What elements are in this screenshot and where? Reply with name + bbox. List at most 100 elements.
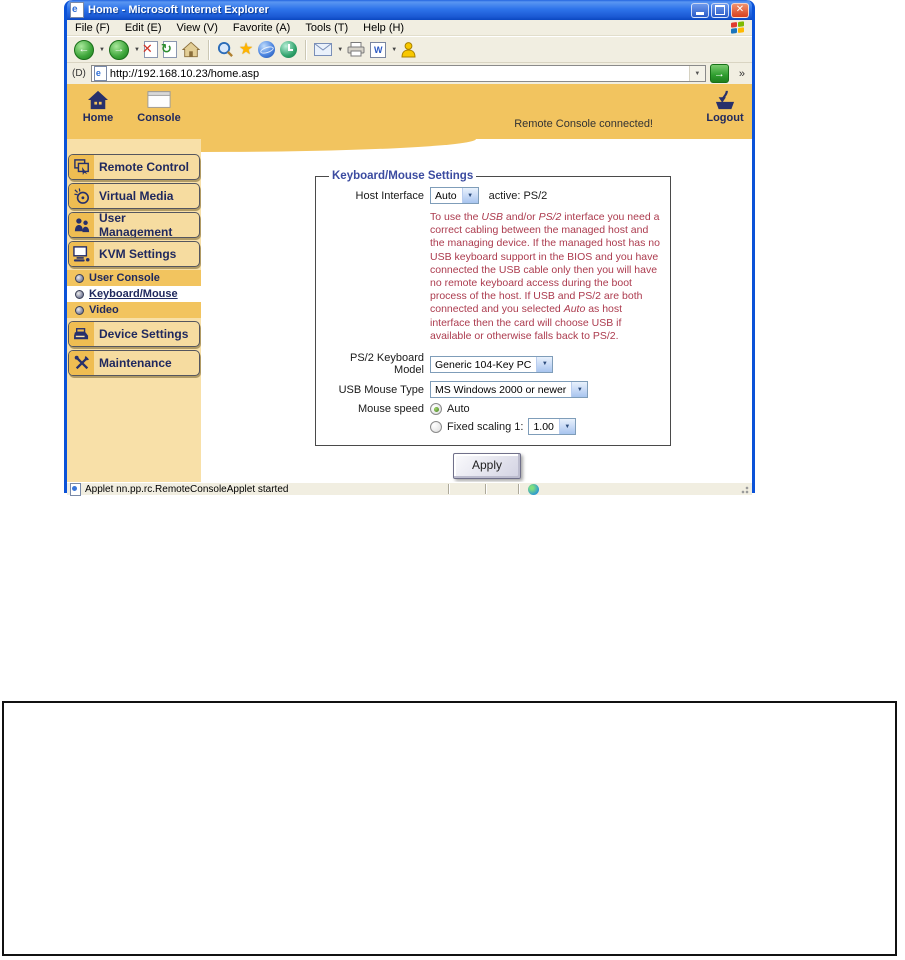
back-dropdown[interactable]: ▼ bbox=[99, 47, 105, 53]
search-icon bbox=[217, 41, 233, 57]
minimize-icon bbox=[696, 12, 704, 15]
mail-button[interactable] bbox=[313, 39, 333, 61]
minimize-button[interactable] bbox=[691, 2, 709, 18]
kvm-settings-icon bbox=[69, 242, 94, 266]
bullet-icon bbox=[75, 273, 84, 283]
apply-button[interactable]: Apply bbox=[453, 453, 521, 480]
chevron-down-icon: ▼ bbox=[536, 356, 553, 372]
home-icon bbox=[181, 41, 200, 58]
mail-icon bbox=[314, 43, 333, 56]
mouse-speed-auto-label: Auto bbox=[447, 403, 470, 416]
maximize-button[interactable] bbox=[711, 2, 729, 18]
submenu-video[interactable]: Video bbox=[67, 302, 201, 318]
stop-button[interactable]: ✕ bbox=[142, 39, 159, 61]
forward-dropdown[interactable]: ▼ bbox=[134, 47, 140, 53]
console-label: Console bbox=[137, 112, 181, 124]
menu-favorite[interactable]: Favorite (A) bbox=[233, 22, 290, 34]
address-dropdown[interactable]: ▼ bbox=[688, 66, 705, 81]
usb-mouse-type-label: USB Mouse Type bbox=[338, 383, 424, 396]
toolbar: ← ▼ → ▼ ✕ ↻ ★ ▼ W ▼ bbox=[67, 36, 752, 63]
links-overflow-chevron[interactable]: » bbox=[739, 68, 745, 80]
toolbar-separator bbox=[305, 39, 307, 60]
print-button[interactable] bbox=[346, 39, 366, 61]
menu-help[interactable]: Help (H) bbox=[363, 22, 404, 34]
menu-view[interactable]: View (V) bbox=[177, 22, 218, 34]
bullet-icon bbox=[75, 289, 84, 299]
messenger-icon bbox=[401, 41, 416, 57]
sidebar-item-user-management[interactable]: User Management bbox=[68, 212, 200, 238]
chevron-down-icon: ▼ bbox=[571, 382, 588, 398]
console-window-icon bbox=[147, 91, 171, 108]
logout-button[interactable]: Logout bbox=[703, 90, 747, 124]
mouse-speed-fixed-label: Fixed scaling 1: bbox=[447, 420, 524, 433]
history-button[interactable] bbox=[279, 39, 298, 61]
home-label: Home bbox=[82, 112, 114, 124]
home-button[interactable] bbox=[181, 39, 201, 61]
status-bar: Applet nn.pp.rc.RemoteConsoleApplet star… bbox=[67, 482, 752, 496]
mouse-speed-label: Mouse speed bbox=[357, 403, 424, 416]
browser-window: e Home - Microsoft Internet Explorer ✕ F… bbox=[64, 0, 755, 496]
header-console-button[interactable]: Console bbox=[133, 90, 185, 124]
resize-grip[interactable] bbox=[738, 484, 749, 494]
home-header-icon bbox=[88, 90, 108, 110]
status-page-icon bbox=[70, 482, 81, 496]
back-icon: ← bbox=[74, 39, 94, 60]
menu-file[interactable]: File (F) bbox=[75, 22, 110, 34]
sidebar-item-remote-control[interactable]: Remote Control bbox=[68, 154, 200, 180]
menu-edit[interactable]: Edit (E) bbox=[125, 22, 162, 34]
close-button[interactable]: ✕ bbox=[731, 2, 749, 18]
refresh-button[interactable]: ↻ bbox=[161, 39, 178, 61]
fixed-scaling-select[interactable]: 1.00 ▼ bbox=[528, 418, 576, 436]
desktop: e Home - Microsoft Internet Explorer ✕ F… bbox=[0, 0, 905, 960]
edit-button[interactable]: W bbox=[369, 39, 387, 61]
forward-icon: → bbox=[108, 39, 129, 60]
maintenance-icon bbox=[69, 351, 94, 375]
stop-icon: ✕ bbox=[142, 41, 158, 58]
toolbar-separator bbox=[207, 39, 209, 60]
chevron-down-icon: ▼ bbox=[558, 419, 575, 435]
header-swoosh bbox=[201, 139, 476, 152]
back-button[interactable]: ← bbox=[73, 39, 95, 61]
forward-button[interactable]: → bbox=[108, 39, 130, 61]
chevron-down-icon: ▼ bbox=[461, 188, 478, 203]
titlebar[interactable]: e Home - Microsoft Internet Explorer ✕ bbox=[67, 0, 752, 20]
logout-label: Logout bbox=[706, 112, 744, 124]
virtual-media-icon bbox=[69, 184, 94, 208]
mouse-speed-fixed-radio[interactable] bbox=[430, 420, 442, 433]
submenu-user-console[interactable]: User Console bbox=[67, 270, 201, 286]
edit-dropdown[interactable]: ▼ bbox=[391, 47, 397, 53]
status-text: Applet nn.pp.rc.RemoteConsoleApplet star… bbox=[85, 483, 289, 495]
header-home-button[interactable]: Home bbox=[76, 90, 120, 124]
connection-status: Remote Console connected! bbox=[514, 118, 653, 130]
active-interface-text: active: PS/2 bbox=[488, 189, 548, 202]
bullet-icon bbox=[75, 305, 84, 315]
mouse-speed-auto-radio[interactable] bbox=[430, 403, 442, 416]
favorites-button[interactable]: ★ bbox=[238, 39, 254, 61]
media-button[interactable] bbox=[257, 39, 276, 61]
ps2-keyboard-model-select[interactable]: Generic 104-Key PC ▼ bbox=[430, 355, 554, 373]
keyboard-mouse-fieldset: Keyboard/Mouse Settings Host Interface A… bbox=[315, 170, 671, 447]
sidebar-nav: Remote Control Virtual Media User Manage… bbox=[67, 154, 201, 379]
ie-page-icon: e bbox=[70, 2, 84, 18]
ps2-keyboard-model-label: PS/2 Keyboard Model bbox=[350, 352, 424, 377]
menu-tools[interactable]: Tools (T) bbox=[305, 22, 348, 34]
go-button[interactable]: → bbox=[709, 64, 729, 83]
host-interface-select[interactable]: Auto ▼ bbox=[430, 187, 479, 204]
sidebar-item-kvm-settings[interactable]: KVM Settings bbox=[68, 241, 200, 267]
url-page-icon: e bbox=[93, 66, 107, 81]
usb-mouse-type-select[interactable]: MS Windows 2000 or newer ▼ bbox=[430, 381, 589, 399]
maximize-icon bbox=[715, 5, 725, 15]
mail-dropdown[interactable]: ▼ bbox=[337, 47, 343, 53]
search-button[interactable] bbox=[216, 39, 235, 61]
url-text: http://192.168.10.23/home.asp bbox=[109, 67, 260, 80]
user-management-icon bbox=[69, 213, 94, 237]
sidebar-item-device-settings[interactable]: Device Settings bbox=[68, 321, 200, 347]
address-input[interactable]: e http://192.168.10.23/home.asp ▼ bbox=[90, 65, 706, 82]
empty-frame bbox=[2, 701, 897, 956]
sidebar-item-virtual-media[interactable]: Virtual Media bbox=[68, 183, 200, 209]
address-label: (D) bbox=[72, 68, 86, 79]
submenu-keyboard-mouse[interactable]: Keyboard/Mouse bbox=[67, 286, 201, 302]
print-icon bbox=[347, 42, 365, 57]
sidebar-item-maintenance[interactable]: Maintenance bbox=[68, 350, 200, 376]
messenger-button[interactable] bbox=[400, 39, 417, 61]
